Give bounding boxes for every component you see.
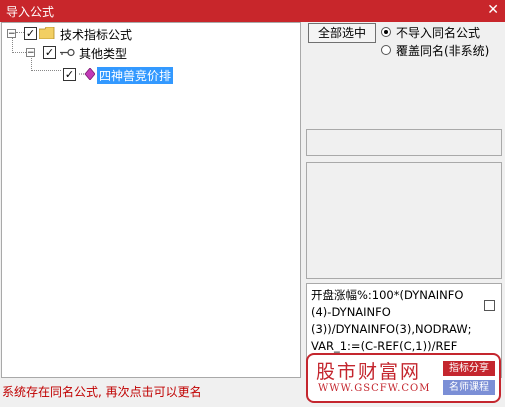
window-title: 导入公式 <box>6 5 55 19</box>
description-panel <box>306 162 502 279</box>
root-checkbox[interactable]: ✓ <box>24 27 37 40</box>
no-import-label: 不导入同名公式 <box>396 26 481 40</box>
tree-node-label: 技术指标公式 <box>60 28 133 42</box>
overwrite-label: 覆盖同名(非系统) <box>396 44 490 58</box>
tree-node-label-selected: 四神兽竞价排 <box>97 67 174 84</box>
name-field[interactable] <box>306 129 502 156</box>
status-message: 系统存在同名公式, 再次点击可以更名 <box>2 385 202 399</box>
key-icon <box>60 48 75 57</box>
select-all-button[interactable]: 全部选中 <box>308 23 376 43</box>
formula-tree[interactable]: − ✓ 技术指标公式 − ✓ 其他类型 ✓ 四神兽竞价排 <box>1 22 301 378</box>
category-checkbox[interactable]: ✓ <box>43 46 56 59</box>
folder-icon <box>39 27 55 39</box>
formula-line: (3))/DYNAINFO(3),NODRAW; <box>311 322 472 336</box>
formula-checkbox-right[interactable] <box>484 300 495 311</box>
watermark-url: WWW.GSCFW.COM <box>318 383 431 394</box>
tree-node-label: 其他类型 <box>79 47 128 61</box>
close-icon[interactable]: ✕ <box>487 2 499 18</box>
collapse-toggle[interactable]: − <box>7 29 16 39</box>
tree-node-root[interactable]: − ✓ 技术指标公式 <box>2 26 202 42</box>
formula-checkbox[interactable]: ✓ <box>63 68 76 81</box>
formula-icon <box>79 68 95 80</box>
tree-node-formula[interactable]: ✓ 四神兽竞价排 <box>2 67 202 84</box>
title-bar: 导入公式 ✕ <box>0 0 505 22</box>
radio-selected-dot <box>384 30 388 34</box>
formula-line: 开盘涨幅%:100*(DYNAINFO <box>311 288 464 302</box>
no-import-radio[interactable] <box>381 27 391 37</box>
collapse-toggle[interactable]: − <box>26 48 35 58</box>
watermark-title: 股市财富网 <box>316 361 422 383</box>
overwrite-radio[interactable] <box>381 45 391 55</box>
formula-line: (4)-DYNAINFO <box>311 305 391 319</box>
tree-node-category[interactable]: − ✓ 其他类型 <box>2 45 202 61</box>
watermark-tag-course: 名师课程 <box>443 380 495 395</box>
watermark-logo: 股市财富网 WWW.GSCFW.COM 指标分享 名师课程 <box>306 353 501 403</box>
watermark-tag-share: 指标分享 <box>443 361 495 376</box>
